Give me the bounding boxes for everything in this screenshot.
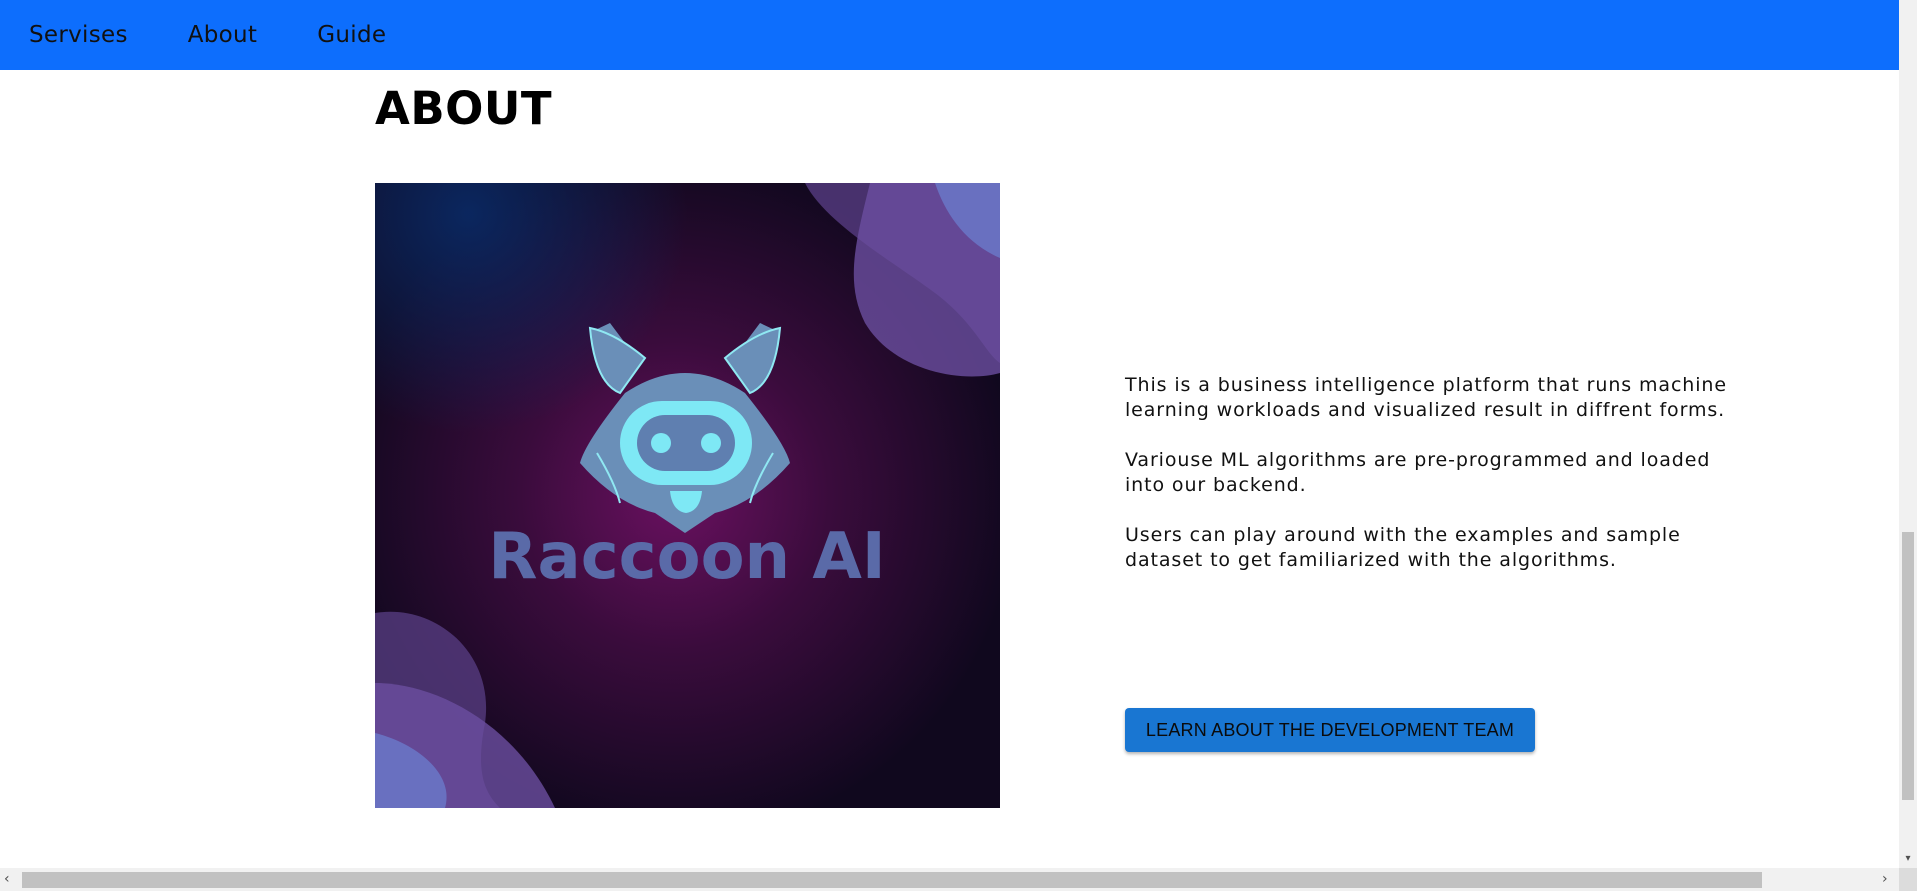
description-paragraph: Variouse ML algorithms are pre-programme… [1125,449,1711,496]
horizontal-scrollbar[interactable]: ‹ › [0,868,1899,891]
about-description: This is a business intelligence platform… [1125,373,1745,598]
scroll-down-arrow-icon[interactable]: ▾ [1903,854,1913,864]
scrollbar-corner [1899,868,1917,891]
raccoon-ai-logo: Raccoon AI [375,183,1000,808]
nav-item-about[interactable]: About [188,22,258,48]
top-navbar: Servises About Guide [0,0,1899,70]
development-team-button[interactable]: LEARN ABOUT THE DEVELOPMENT TEAM [1125,708,1535,752]
scroll-left-arrow-icon[interactable]: ‹ [4,872,10,886]
description-paragraph: Users can play around with the examples … [1125,524,1681,571]
vertical-scrollbar-thumb[interactable] [1902,532,1914,800]
horizontal-scrollbar-thumb[interactable] [22,872,1762,888]
page-title: ABOUT [375,82,553,135]
vertical-scrollbar[interactable]: ▾ [1899,0,1917,868]
logo-wordmark: Raccoon AI [488,520,885,594]
nav-item-servises[interactable]: Servises [29,22,128,48]
nav-item-guide[interactable]: Guide [317,22,386,48]
scroll-right-arrow-icon[interactable]: › [1882,872,1888,886]
description-paragraph: This is a business intelligence platform… [1125,374,1727,421]
